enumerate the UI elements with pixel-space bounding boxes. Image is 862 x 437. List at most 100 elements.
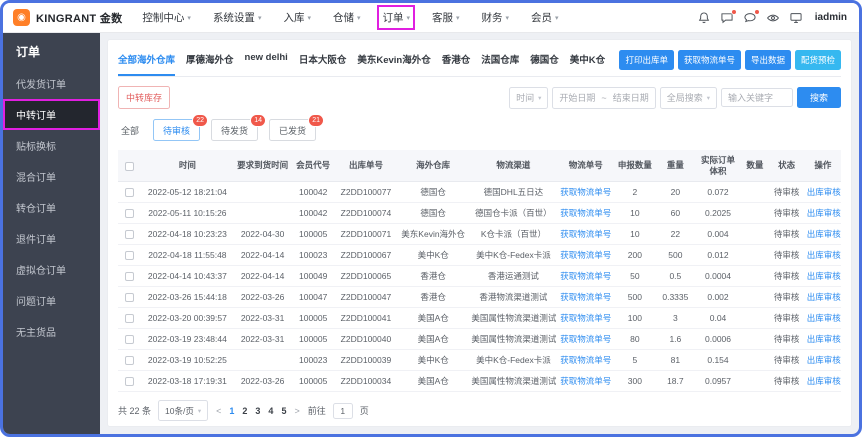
sidebar-item-unowned-goods[interactable]: 无主货品 bbox=[3, 316, 100, 347]
outbound-review-link[interactable]: 出库审核 bbox=[807, 271, 841, 281]
next-page-button[interactable]: > bbox=[293, 406, 300, 416]
get-tracking-link[interactable]: 获取物流单号 bbox=[560, 208, 611, 218]
outbound-review-link[interactable]: 出库审核 bbox=[807, 292, 841, 302]
column-header: 会员代号 bbox=[291, 150, 335, 183]
tab-germany[interactable]: 德国仓 bbox=[530, 44, 559, 76]
row-checkbox[interactable] bbox=[125, 356, 135, 366]
row-checkbox[interactable] bbox=[125, 335, 135, 345]
filter-pending-review[interactable]: 待审核 22 bbox=[153, 114, 209, 141]
username[interactable]: iadmin bbox=[815, 12, 847, 23]
declared-qty-cell: 10 bbox=[613, 202, 656, 225]
volume-cell: 0.004 bbox=[694, 223, 742, 246]
filter-label: 待审核 bbox=[163, 125, 191, 136]
row-checkbox[interactable] bbox=[125, 209, 135, 219]
column-header: 物流渠道 bbox=[469, 150, 558, 183]
sidebar-item-relabel[interactable]: 贴标换标 bbox=[3, 130, 100, 161]
outbound-review-link[interactable]: 出库审核 bbox=[807, 250, 841, 260]
get-tracking-link[interactable]: 获取物流单号 bbox=[560, 376, 611, 386]
tab-france[interactable]: 法国仓库 bbox=[481, 44, 519, 76]
row-checkbox[interactable] bbox=[125, 272, 135, 282]
menu-item-customer-service[interactable]: 客服 ▾ bbox=[432, 10, 460, 25]
eye-icon[interactable] bbox=[766, 11, 780, 25]
get-tracking-link[interactable]: 获取物流单号 bbox=[560, 187, 611, 197]
row-checkbox[interactable] bbox=[125, 188, 135, 198]
menu-item-system-settings[interactable]: 系统设置 ▾ bbox=[213, 10, 262, 25]
menu-item-label: 控制中心 bbox=[142, 12, 185, 24]
outbound-review-link[interactable]: 出库审核 bbox=[807, 376, 841, 386]
row-checkbox[interactable] bbox=[125, 230, 135, 240]
message-icon[interactable] bbox=[720, 8, 737, 25]
row-checkbox[interactable] bbox=[125, 251, 135, 261]
outbound-review-link[interactable]: 出库审核 bbox=[807, 229, 841, 239]
search-scope-value: 全局搜索 bbox=[666, 93, 703, 103]
page-button-2[interactable]: 2 bbox=[242, 406, 247, 416]
goto-page-input[interactable] bbox=[332, 402, 353, 419]
outbound-review-link[interactable]: 出库审核 bbox=[807, 334, 841, 344]
sidebar-item-return-orders[interactable]: 退件订单 bbox=[3, 223, 100, 254]
bell-icon[interactable] bbox=[697, 11, 711, 25]
tab-osaka[interactable]: 日本大阪仓 bbox=[299, 44, 347, 76]
get-tracking-link[interactable]: 获取物流单号 bbox=[560, 313, 611, 323]
outbound-review-link[interactable]: 出库审核 bbox=[807, 313, 841, 323]
count-cell bbox=[741, 265, 769, 288]
row-checkbox[interactable] bbox=[125, 314, 135, 324]
row-checkbox[interactable] bbox=[125, 377, 135, 387]
select-all-checkbox[interactable] bbox=[125, 161, 135, 171]
search-button[interactable]: 搜索 bbox=[796, 87, 841, 108]
menu-item-orders[interactable]: 订单 ▾ bbox=[377, 5, 415, 30]
tab-houde[interactable]: 厚德海外仓 bbox=[186, 44, 234, 76]
keyword-input[interactable] bbox=[720, 88, 793, 107]
get-tracking-link[interactable]: 获取物流单号 bbox=[560, 229, 611, 239]
sidebar-item-transit-orders[interactable]: 中转订单 bbox=[3, 99, 100, 130]
sidebar-item-dropship-orders[interactable]: 代发货订单 bbox=[3, 68, 100, 99]
chat-icon[interactable] bbox=[743, 8, 760, 25]
menu-item-finance[interactable]: 财务 ▾ bbox=[482, 10, 510, 25]
tab-hongkong[interactable]: 香港仓 bbox=[442, 44, 471, 76]
get-tracking-link[interactable]: 获取物流单号 bbox=[560, 334, 611, 344]
page-button-4[interactable]: 4 bbox=[268, 406, 273, 416]
get-tracking-link[interactable]: 获取物流单号 bbox=[560, 355, 611, 365]
tracking-cell: 获取物流单号 bbox=[557, 307, 614, 330]
sidebar-item-virtual-warehouse-orders[interactable]: 虚拟仓订单 bbox=[3, 254, 100, 285]
tab-all-warehouses[interactable]: 全部海外仓库 bbox=[118, 44, 176, 76]
sidebar-item-mixed-orders[interactable]: 混合订单 bbox=[3, 161, 100, 192]
search-scope-select[interactable]: 全局搜索 ▾ bbox=[659, 86, 717, 109]
filter-shipped[interactable]: 已发货 21 bbox=[269, 114, 325, 141]
tab-kevin-us-east[interactable]: 美东Kevin海外仓 bbox=[357, 44, 430, 76]
transit-stock-button[interactable]: 中转库存 bbox=[118, 86, 171, 109]
outbound-review-link[interactable]: 出库审核 bbox=[807, 355, 841, 365]
page-button-5[interactable]: 5 bbox=[281, 406, 286, 416]
tab-us-k[interactable]: 美中K仓 bbox=[570, 44, 605, 76]
prev-page-button[interactable]: < bbox=[215, 406, 222, 416]
sidebar-item-problem-orders[interactable]: 问题订单 bbox=[3, 285, 100, 316]
page-button-1[interactable]: 1 bbox=[229, 406, 234, 416]
get-tracking-link[interactable]: 获取物流单号 bbox=[560, 271, 611, 281]
get-tracking-link[interactable]: 获取物流单号 bbox=[560, 292, 611, 302]
top-navbar: ◉ KINGRANT 金数 控制中心 ▾ 系统设置 ▾ 入库 ▾ 仓储 ▾ 订单 ▾ 客服 ▾ 财务 ▾ 会… bbox=[3, 3, 859, 33]
outbound-review-link[interactable]: 出库审核 bbox=[807, 208, 841, 218]
page-size-select[interactable]: 10条/页 ▾ bbox=[158, 400, 209, 422]
button-picking-precheck[interactable]: 配货预检 bbox=[794, 50, 841, 70]
menu-item-inbound[interactable]: 入库 ▾ bbox=[283, 10, 311, 25]
time-type-select[interactable]: 时间 ▾ bbox=[509, 86, 549, 109]
tab-new-delhi[interactable]: new delhi bbox=[245, 44, 288, 76]
warehouse-cell: 美中K仓 bbox=[397, 349, 470, 372]
sidebar-item-transfer-orders[interactable]: 转仓订单 bbox=[3, 192, 100, 223]
action-cell: 出库审核 bbox=[804, 223, 841, 246]
menu-item-storage[interactable]: 仓储 ▾ bbox=[333, 10, 361, 25]
date-range-picker[interactable]: 开始日期 ~ 结束日期 bbox=[552, 86, 656, 109]
button-get-tracking[interactable]: 获取物流单号 bbox=[677, 50, 741, 70]
status-cell: 待审核 bbox=[768, 202, 805, 225]
button-export-data[interactable]: 导出数据 bbox=[744, 50, 791, 70]
menu-item-control-center[interactable]: 控制中心 ▾ bbox=[142, 10, 191, 25]
page-button-3[interactable]: 3 bbox=[255, 406, 260, 416]
filter-pending-ship[interactable]: 待发货 14 bbox=[211, 114, 267, 141]
row-checkbox[interactable] bbox=[125, 293, 135, 303]
menu-item-label: 财务 bbox=[481, 12, 503, 24]
menu-item-members[interactable]: 会员 ▾ bbox=[531, 10, 559, 25]
filter-all[interactable]: 全部 bbox=[118, 119, 143, 141]
outbound-review-link[interactable]: 出库审核 bbox=[807, 187, 841, 197]
button-print-outbound[interactable]: 打印出库单 bbox=[619, 50, 674, 70]
monitor-icon[interactable] bbox=[789, 11, 803, 25]
get-tracking-link[interactable]: 获取物流单号 bbox=[560, 250, 611, 260]
